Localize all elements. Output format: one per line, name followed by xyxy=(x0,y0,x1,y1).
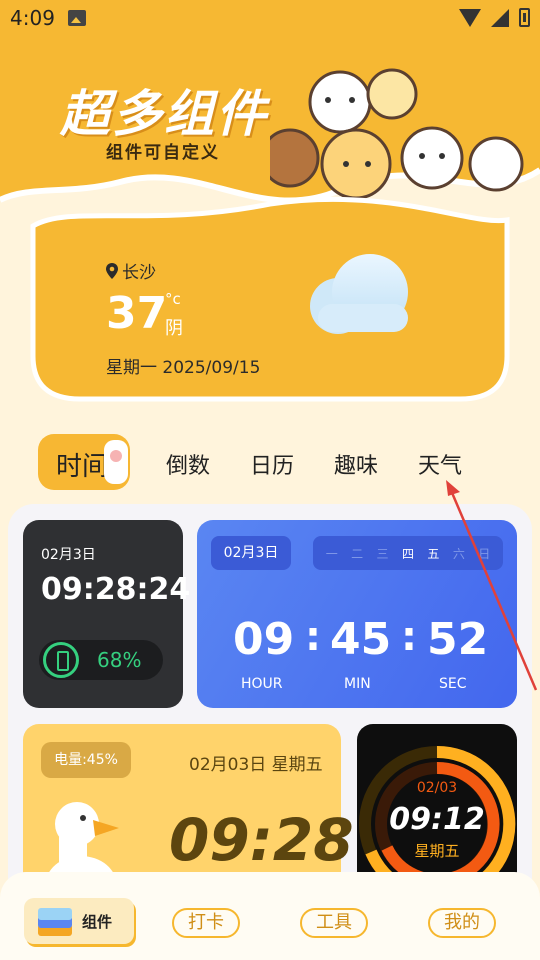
paw-icon xyxy=(104,440,128,484)
tab-fun[interactable]: 趣味 xyxy=(334,448,378,480)
black-widget-weekday: 星期五 xyxy=(414,842,460,860)
clock-minute: 45 xyxy=(330,614,392,665)
status-time: 4:09 xyxy=(10,6,55,30)
dark-widget-date: 02月3日 xyxy=(41,547,96,563)
weekday-mon: 一 xyxy=(325,546,338,561)
bottom-navigation: 组件 打卡 工具 我的 xyxy=(0,872,540,960)
widgets-stack-icon xyxy=(38,908,72,936)
nav-widgets-label: 组件 xyxy=(82,913,113,931)
banner-title: 超多组件 xyxy=(60,85,268,143)
dark-widget-time: 09:28:24 xyxy=(41,572,191,607)
weather-card-background xyxy=(30,196,510,402)
hour-label: HOUR xyxy=(241,676,283,692)
nav-widgets-button[interactable]: 组件 xyxy=(24,898,134,944)
city-label: 长沙 xyxy=(122,263,156,283)
weather-card[interactable] xyxy=(30,196,510,402)
pointer-arrow-icon xyxy=(446,480,538,691)
temperature-unit: °c xyxy=(165,290,181,308)
black-widget-time: 09:12 xyxy=(389,802,485,837)
dark-widget-battery-value: 68% xyxy=(97,648,142,672)
clock-colon: : xyxy=(305,614,321,660)
cloud-icon xyxy=(310,254,408,334)
battery-icon xyxy=(519,8,530,27)
cats-illustration xyxy=(270,68,524,200)
blue-widget-date: 02月3日 xyxy=(211,536,291,570)
clock-colon: : xyxy=(401,614,417,660)
weather-date: 星期一 2025/09/15 xyxy=(106,358,261,378)
battery-ring-icon xyxy=(43,642,79,678)
status-bar: 4:09 xyxy=(0,0,540,36)
banner-subtitle: 组件可自定义 xyxy=(106,143,220,163)
wifi-icon xyxy=(459,8,481,27)
nav-tools-button[interactable]: 工具 xyxy=(300,908,368,938)
temperature-value: 37 xyxy=(106,288,168,339)
nav-checkin-button[interactable]: 打卡 xyxy=(172,908,240,938)
weekday-wed: 三 xyxy=(376,546,389,561)
minute-label: MIN xyxy=(344,676,371,692)
location-pin-icon xyxy=(106,262,118,279)
weather-condition: 阴 xyxy=(165,318,183,339)
widget-dark-clock[interactable]: 02月3日 09:28:24 68% xyxy=(23,520,190,708)
yellow-widget-time: 09:28 xyxy=(169,806,354,874)
black-widget-date: 02/03 xyxy=(416,780,458,796)
yellow-widget-battery: 电量:45% xyxy=(41,742,131,778)
weather-location: 长沙 xyxy=(106,258,156,283)
tab-countdown[interactable]: 倒数 xyxy=(166,448,210,480)
weekday-thu: 四 xyxy=(401,546,414,561)
yellow-widget-date: 02月03日 星期五 xyxy=(189,755,323,775)
tab-calendar[interactable]: 日历 xyxy=(250,448,294,480)
status-icons xyxy=(459,8,530,27)
weekday-tue: 二 xyxy=(351,546,364,561)
tab-time-label[interactable]: 时间 xyxy=(56,446,108,483)
clock-hour: 09 xyxy=(233,614,295,665)
nav-mine-button[interactable]: 我的 xyxy=(428,908,496,938)
photo-notification-icon xyxy=(68,10,86,26)
weekday-fri: 五 xyxy=(427,546,440,561)
signal-icon xyxy=(491,8,509,27)
dark-widget-battery: 68% xyxy=(39,640,163,680)
